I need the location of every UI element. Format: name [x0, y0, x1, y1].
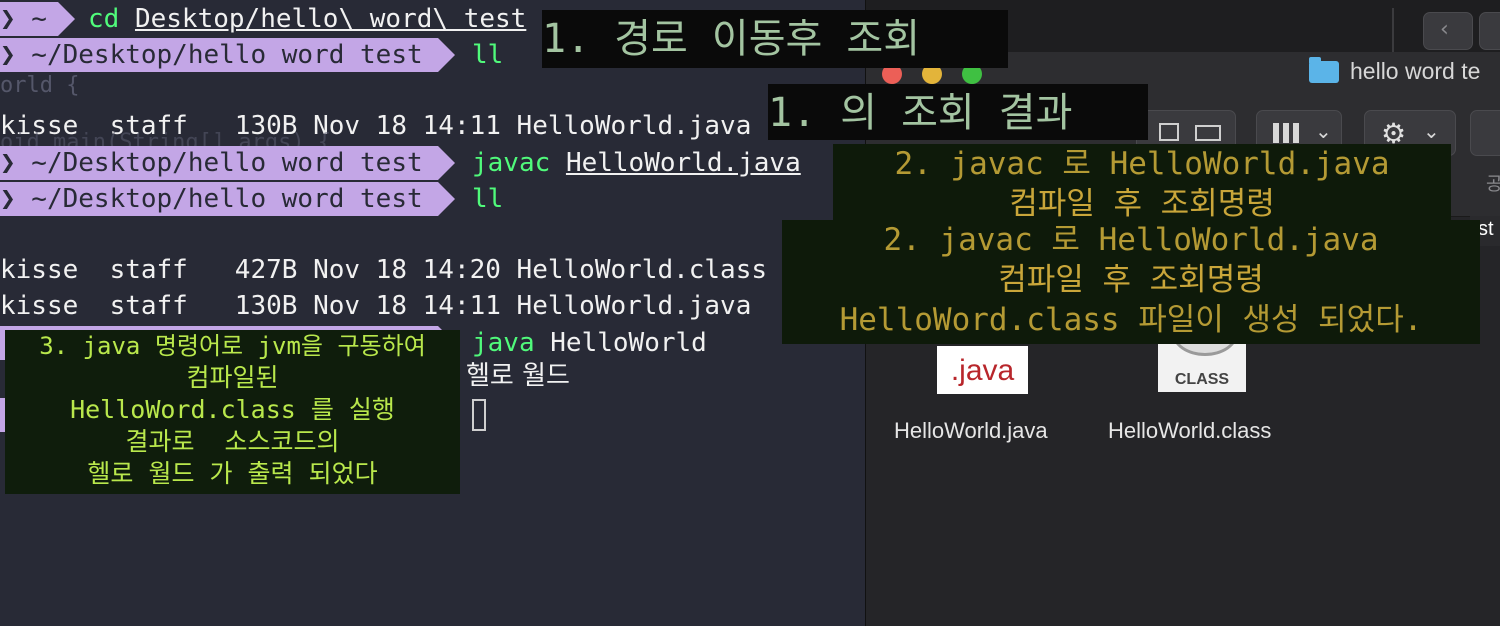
class-icon-label: CLASS [1174, 371, 1230, 388]
terminal-line-javac: javac HelloWorld.java [472, 145, 801, 181]
annotation-step2a: 2. javac 로 HelloWorld.java 컴파일 후 조회명령 [833, 144, 1451, 222]
chevron-down-icon: ⌄ [1315, 119, 1332, 143]
annotation-step1: 1. 경로 이동후 조회 [542, 10, 1008, 68]
command-cd: cd [88, 4, 120, 34]
annotation-step2b-line1: 2. javac 로 HelloWorld.java [883, 222, 1379, 258]
annotation-step2b-line3: HelloWord.class 파일이 생성 되었다. [839, 302, 1423, 338]
chevron-down-icon: ⌄ [1423, 119, 1440, 143]
forward-button[interactable] [1479, 12, 1500, 50]
share-button[interactable] [1470, 110, 1500, 156]
gallery-view-icon [1195, 125, 1221, 141]
annotation-step2b: 2. javac 로 HelloWorld.java 컴파일 후 조회명령 He… [782, 220, 1480, 344]
command-ll: ll [472, 40, 504, 70]
annotation-step3-line5: 헬로 월드 가 출력 되었다 [87, 459, 378, 488]
prompt-segment: ❯ ~/Desktop/hello word test [0, 182, 455, 216]
annotation-step3-line2: 컴파일된 [186, 363, 279, 392]
column-view-icon [1159, 123, 1179, 141]
command-argument: HelloWorld.java [565, 148, 801, 178]
annotation-step3-line1: 3. java 명령어로 jvm을 구동하여 [39, 332, 426, 360]
command-argument: Desktop/hello\ word\ test [134, 4, 527, 34]
annotation-step2b-line2: 컴파일 후 조회명령 [998, 262, 1264, 298]
program-output: 헬로 월드 [466, 361, 570, 391]
annotation-step3-line4: 결과로 소스코드의 [125, 427, 340, 456]
ls-output-row: kisse staff 427B Nov 18 14:20 HelloWorld… [0, 255, 768, 285]
back-button[interactable]: ‹ [1423, 12, 1473, 50]
file-name-java[interactable]: HelloWorld.java [894, 418, 1048, 444]
command-javac: javac [472, 148, 551, 178]
divider [1392, 8, 1394, 52]
command-argument: HelloWorld [550, 328, 707, 358]
annotation-step3-line3: HelloWord.class 를 실행 [70, 395, 395, 424]
prompt-segment: ❯ ~/Desktop/hello word test [0, 38, 455, 72]
prompt-segment: ❯ ~/Desktop/hello word test [0, 146, 455, 180]
toolbar-label-partial: 공 [1486, 174, 1500, 195]
java-file-icon[interactable]: .java [937, 346, 1028, 394]
annotation-step3: 3. java 명령어로 jvm을 구동하여 컴파일된 HelloWord.cl… [5, 330, 460, 494]
window-title: hello word te [1350, 58, 1481, 84]
terminal-window[interactable]: ❯ ~ cd Desktop/hello\ word\ test ❯ ~/Des… [0, 0, 865, 626]
path-tab-label: st [1478, 218, 1494, 240]
annotation-step1-result: 1. 의 조회 결과 [768, 84, 1148, 140]
faded-background-text: orld { [0, 73, 80, 98]
command-java: java [472, 328, 535, 358]
prompt-segment: ❯ ~ [0, 2, 75, 36]
folder-icon [1309, 57, 1339, 83]
annotation-step2a-line1: 2. javac 로 HelloWorld.java [894, 146, 1390, 182]
terminal-line-1: cd Desktop/hello\ word\ test [88, 1, 526, 37]
terminal-cursor [472, 399, 486, 431]
command-ll: ll [472, 184, 504, 214]
grid-icon [1273, 123, 1303, 143]
file-name-class[interactable]: HelloWorld.class [1108, 418, 1271, 444]
chevron-left-icon: ‹ [1440, 17, 1449, 42]
terminal-line-java: java HelloWorld [472, 325, 707, 361]
annotation-step2a-line2: 컴파일 후 조회명령 [1009, 186, 1275, 222]
ls-output-row: kisse staff 130B Nov 18 14:11 HelloWorld… [0, 291, 752, 321]
